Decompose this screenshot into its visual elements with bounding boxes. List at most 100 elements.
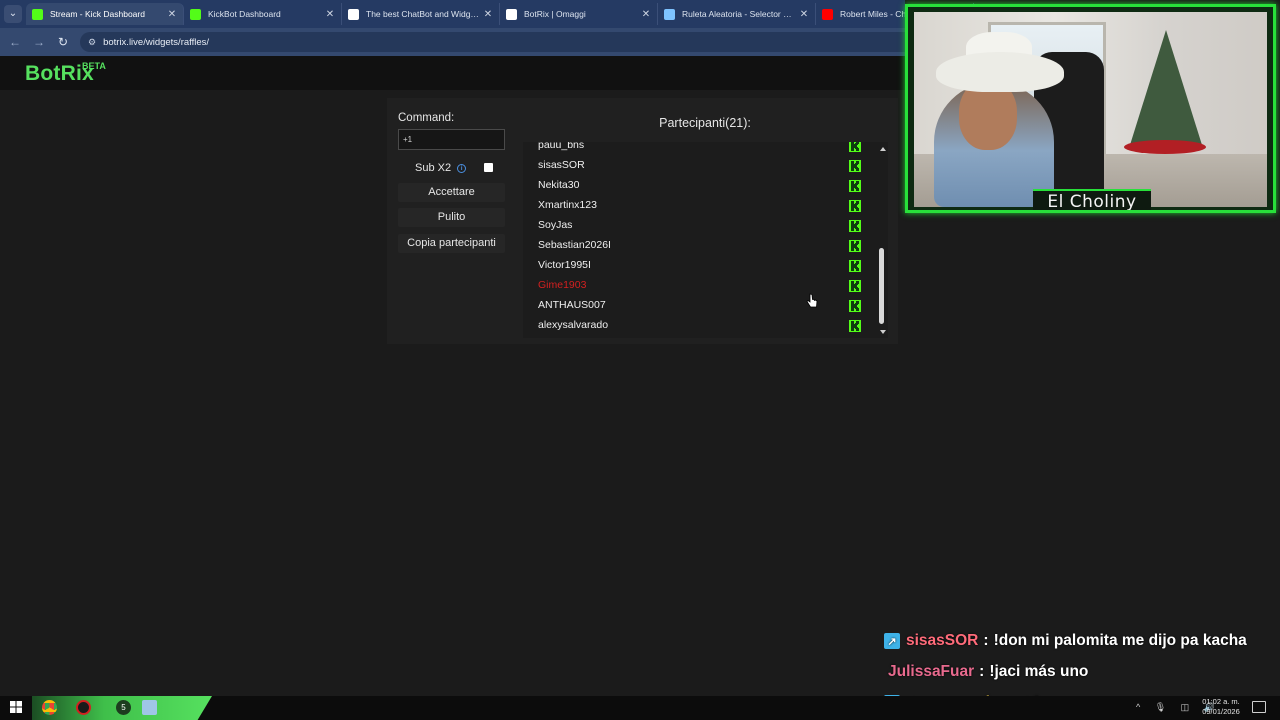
kick-icon	[849, 259, 861, 272]
participants-title: Partecipanti(21):	[659, 116, 751, 130]
site-info-icon[interactable]: ⚙	[88, 37, 96, 48]
tab-close-icon[interactable]: ✕	[483, 9, 493, 20]
forward-arrow-icon[interactable]: →	[32, 35, 46, 49]
command-label: Command:	[398, 112, 455, 124]
browser-tab-title: Stream - Kick Dashboard	[50, 9, 145, 19]
botrix-icon	[506, 8, 517, 20]
browser-toolbar: ← → ↻ ⚙ botrix.live/widgets/raffles/	[0, 28, 905, 56]
kick-icon	[849, 199, 861, 212]
browser-tab-bar: ⌄ Stream - Kick Dashboard ✕ KickBot Dashbo…	[0, 0, 974, 28]
participant-name: Nekita30	[538, 179, 580, 191]
webcam-christmas-tree	[1130, 30, 1202, 145]
obs-taskbar-icon[interactable]	[76, 700, 91, 715]
screen: ⌄ Stream - Kick Dashboard ✕ KickBot Dashbo…	[0, 0, 1280, 720]
participant-name: pauu_bns	[538, 142, 585, 151]
sub-x2-checkbox[interactable]	[484, 163, 493, 172]
tab-strip: Stream - Kick Dashboard ✕ KickBot Dashboar…	[26, 3, 974, 25]
kick-icon	[849, 142, 861, 152]
url-text: botrix.live/widgets/raffles/	[103, 36, 210, 48]
browser-tab-title: BotRix | Omaggi	[524, 9, 586, 19]
browser-tab[interactable]: BotRix | Omaggi ✕	[500, 3, 658, 25]
kick-icon	[849, 179, 861, 192]
chat-message: JulissaFuar: !jaci más uno	[878, 659, 1088, 685]
participant-name: SoyJas	[538, 219, 573, 231]
kick-icon	[849, 279, 861, 292]
beta-badge: BETA	[82, 61, 106, 71]
chat-separator: :	[983, 632, 989, 649]
browser-tab-title: The best ChatBot and Widgets	[366, 9, 479, 19]
webcam-cowboy-hat	[936, 52, 1064, 92]
reload-icon[interactable]: ↻	[56, 35, 70, 49]
notification-icon[interactable]	[1252, 701, 1266, 713]
info-icon[interactable]: i	[457, 163, 467, 173]
participant-name: Sebastian2026I	[538, 239, 611, 251]
participant-row[interactable]: SoyJas	[523, 216, 867, 236]
kick-badge-icon: ↗	[884, 633, 900, 649]
youtube-icon	[822, 8, 833, 20]
browser-tab[interactable]: Stream - Kick Dashboard ✕	[26, 3, 184, 25]
sub-x2-label: Sub X2	[415, 162, 452, 174]
taskbar-clock[interactable]: 01:02 a. m. 09/01/2026	[1196, 697, 1246, 717]
sub-x2-row: Sub X2 i	[415, 161, 495, 175]
back-arrow-icon[interactable]: ←	[8, 35, 22, 49]
participant-row[interactable]: alexysalvarado	[523, 316, 867, 336]
kick-icon	[849, 239, 861, 252]
webcam-tree-skirt	[1124, 140, 1206, 154]
browser-tab[interactable]: Ruleta Aleatoria - Selector Pers ✕	[658, 3, 816, 25]
botrix-icon	[348, 8, 359, 20]
participant-row[interactable]: Nekita30	[523, 176, 867, 196]
browser-tab[interactable]: KickBot Dashboard ✕	[184, 3, 342, 25]
participant-row[interactable]: sisasSOR	[523, 156, 867, 176]
tab-close-icon[interactable]: ✕	[325, 9, 335, 20]
participant-row[interactable]: Xmartinx123	[523, 196, 867, 216]
webcam-nameplate: El Choliny	[1033, 189, 1151, 210]
address-bar[interactable]: ⚙ botrix.live/widgets/raffles/	[80, 32, 905, 52]
tab-close-icon[interactable]: ✕	[799, 9, 809, 20]
app-header: BotRix BETA	[0, 56, 905, 90]
chrome-taskbar-icon[interactable]	[42, 700, 57, 715]
command-input[interactable]	[398, 129, 505, 150]
file-taskbar-icon[interactable]	[142, 700, 157, 715]
kick-icon	[849, 159, 861, 172]
participant-name: ANTHAUS007	[538, 299, 606, 311]
taskbar: 5 ^ 🎙 ◫ 🔊 01:02 a. m. 09/01/2026	[0, 696, 1280, 720]
browser-tab[interactable]: The best ChatBot and Widgets ✕	[342, 3, 500, 25]
chat-separator: :	[979, 663, 985, 680]
windows-start-icon[interactable]	[10, 701, 22, 713]
taskbar-badge-count[interactable]: 5	[116, 700, 131, 715]
raffle-panel: Command: Sub X2 i Accettare Pulito Copia…	[387, 98, 898, 344]
chat-username: JulissaFuar	[888, 663, 975, 680]
accept-button[interactable]: Accettare	[398, 183, 505, 202]
scrollbar-thumb[interactable]	[879, 248, 884, 324]
participants-scrollbar[interactable]	[877, 144, 888, 338]
clear-button[interactable]: Pulito	[398, 208, 505, 227]
hand-cursor-icon	[806, 293, 818, 308]
participant-name: Xmartinx123	[538, 199, 597, 211]
participants-list[interactable]: pauu_bns sisasSOR Nekita30 Xmartinx123 SoyJa…	[523, 142, 888, 338]
participant-name: Gime1903	[538, 279, 587, 291]
kickbot-icon	[190, 8, 201, 20]
participant-row[interactable]: Sebastian2026I	[523, 236, 867, 256]
webcam-overlay: El Choliny	[905, 4, 1276, 213]
scroll-up-arrow-icon[interactable]	[880, 147, 886, 151]
chat-text: !don mi palomita me dijo pa kacha	[993, 632, 1247, 649]
chat-username: sisasSOR	[906, 632, 979, 649]
scroll-down-arrow-icon[interactable]	[880, 330, 886, 334]
participant-row[interactable]: pauu_bns	[523, 142, 867, 156]
chat-message: ↗ sisasSOR: !don mi palomita me dijo pa ka…	[878, 628, 1247, 654]
tab-close-icon[interactable]: ✕	[641, 9, 651, 20]
kick-icon	[849, 219, 861, 232]
tab-search-chevron-icon[interactable]: ⌄	[4, 5, 22, 23]
participant-row[interactable]: Victor1995I	[523, 256, 867, 276]
kick-icon	[849, 319, 861, 332]
webcam-video	[914, 12, 1267, 207]
browser-tab-title: KickBot Dashboard	[208, 9, 281, 19]
chat-text: !jaci más uno	[989, 663, 1089, 680]
clock-time: 01:02 a. m.	[1202, 697, 1240, 706]
ruleta-icon	[664, 8, 675, 20]
kick-icon	[32, 8, 43, 20]
kick-icon	[849, 299, 861, 312]
clock-date: 09/01/2026	[1202, 707, 1240, 716]
copy-participants-button[interactable]: Copia partecipanti	[398, 234, 505, 253]
tab-close-icon[interactable]: ✕	[167, 9, 177, 20]
